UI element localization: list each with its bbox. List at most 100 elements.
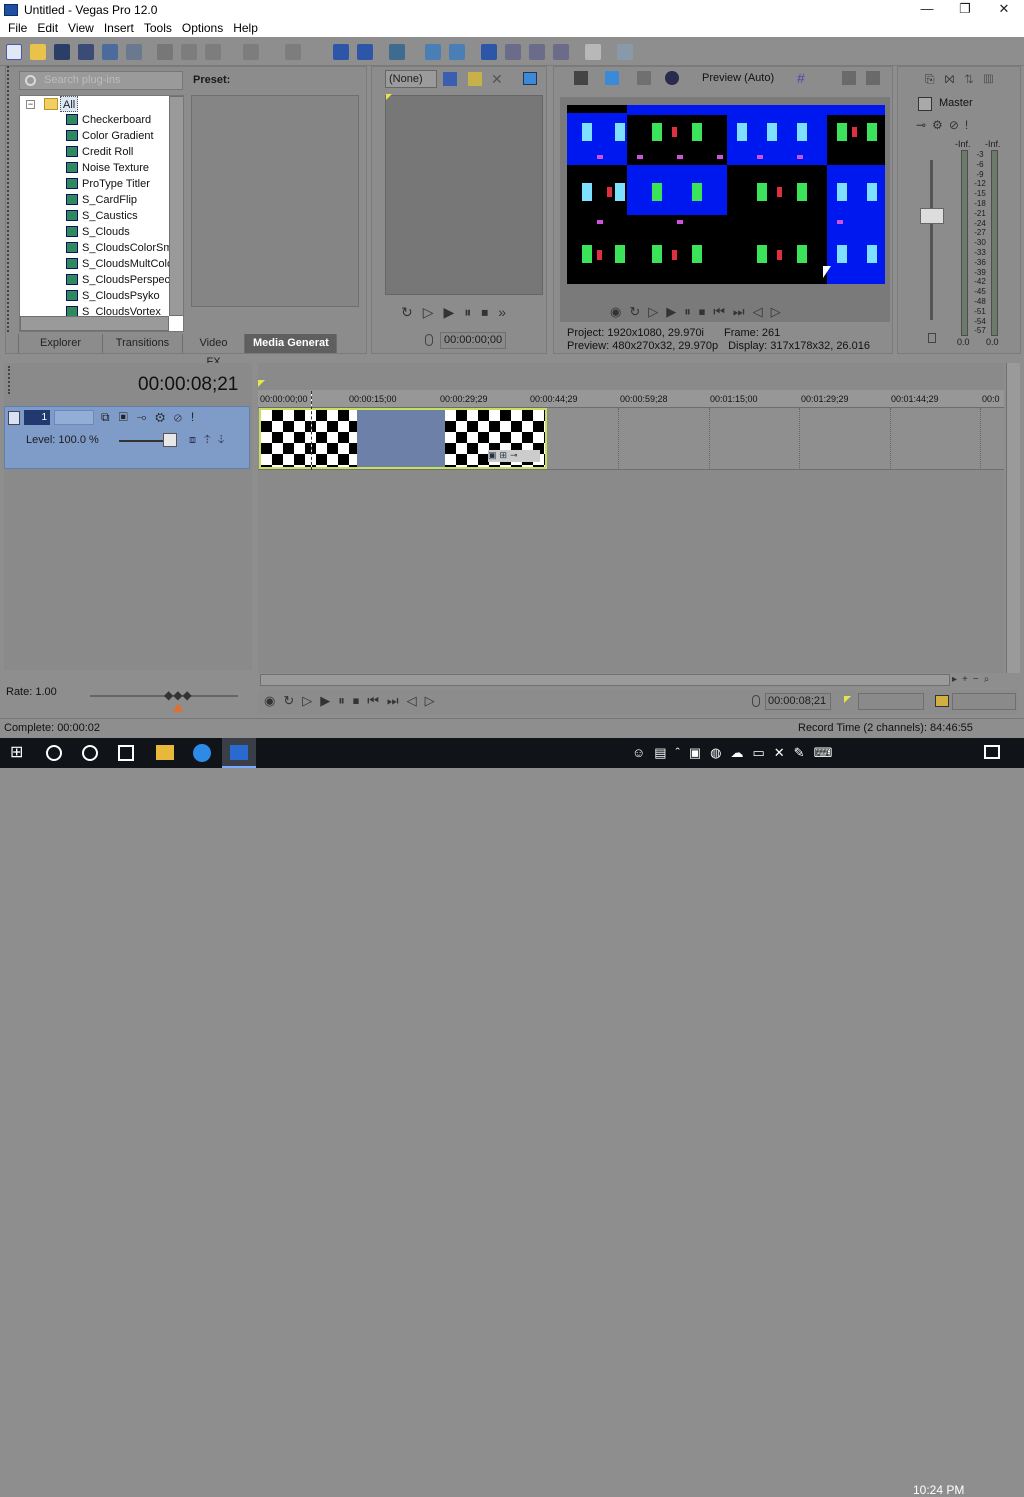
track-list-grip[interactable] — [8, 366, 14, 394]
tabs-grip[interactable] — [5, 334, 19, 353]
cut-icon[interactable] — [157, 44, 173, 60]
copy-icon[interactable] — [181, 44, 197, 60]
search-icon[interactable] — [46, 745, 62, 761]
collapse-icon[interactable]: − — [26, 100, 35, 109]
tree-item[interactable]: S_Caustics — [66, 208, 138, 224]
master-fader-thumb[interactable] — [920, 208, 944, 224]
envelope-tool-icon[interactable] — [357, 44, 373, 60]
markers-icon[interactable] — [585, 44, 601, 60]
trimmer-media-select[interactable]: (None) — [385, 70, 437, 88]
overlays-icon[interactable] — [665, 71, 679, 85]
empty-timeline-area[interactable] — [258, 471, 1004, 671]
preview-video-frame[interactable] — [567, 105, 885, 284]
tree-item[interactable]: Noise Texture — [66, 160, 149, 176]
preview-quality-select[interactable]: Preview (Auto) — [702, 72, 774, 84]
tree-item[interactable]: S_CloudsMultColor — [66, 256, 177, 272]
search-plugins-input[interactable]: Search plug-ins — [19, 71, 183, 90]
lock-icon[interactable] — [928, 333, 936, 343]
task-view-icon[interactable] — [118, 745, 134, 761]
tree-item[interactable]: ProType Titler — [66, 176, 150, 192]
tree-vertical-scrollbar[interactable] — [169, 96, 183, 316]
preset-list[interactable] — [191, 95, 359, 307]
transport-time-display[interactable]: 00:00:08;21 — [765, 693, 831, 710]
notifications-icon[interactable] — [984, 745, 1000, 759]
rate-slider-thumb[interactable]: ◆◆◆ — [164, 688, 192, 702]
undo-icon[interactable] — [243, 44, 259, 60]
trimmer-flash-icon[interactable] — [468, 72, 482, 86]
maximize-button[interactable]: ❐ — [946, 0, 984, 19]
track-fx-icons[interactable]: ⧈⇡⇣ — [189, 434, 245, 448]
playhead-cursor[interactable] — [311, 391, 312, 470]
trimmer-transport[interactable]: ↻▷▶⏸⏹» — [401, 304, 531, 320]
track-name-field[interactable] — [54, 410, 94, 425]
browser-icon[interactable] — [193, 744, 211, 762]
close-button[interactable]: ✕ — [985, 0, 1023, 19]
transport-buttons[interactable]: ◉↻▷▶⏸⏹⏮⏭◁▷ — [264, 693, 504, 711]
menu-tools[interactable]: Tools — [144, 21, 172, 35]
trimmer-monitor-icon[interactable] — [523, 72, 537, 85]
timeline-horizontal-scrollbar[interactable] — [260, 674, 950, 686]
open-icon[interactable] — [30, 44, 46, 60]
trimmer-tool-icon[interactable] — [443, 72, 457, 86]
tree-item[interactable]: Color Gradient — [66, 128, 154, 144]
auto-crossfade-icon[interactable] — [505, 44, 521, 60]
master-fx-icons[interactable]: ⊸⚙⊘! — [916, 118, 990, 132]
help-pointer-icon[interactable] — [617, 44, 633, 60]
pane-grip[interactable] — [7, 66, 15, 332]
save-snapshot-icon[interactable] — [866, 71, 880, 85]
timeline-vertical-scrollbar[interactable] — [1006, 363, 1020, 673]
tree-horizontal-scrollbar[interactable] — [20, 316, 169, 331]
minimize-button[interactable]: — — [908, 0, 946, 19]
trimmer-time-display[interactable]: 00:00:00;00 — [440, 332, 506, 349]
tab-media-generators[interactable]: Media Generat — [245, 334, 337, 353]
tab-explorer[interactable]: Explorer — [19, 334, 103, 353]
file-explorer-icon[interactable] — [156, 745, 174, 760]
preview-properties-icon[interactable] — [574, 71, 588, 85]
grid-icon[interactable]: # — [797, 71, 811, 85]
external-monitor-icon[interactable] — [605, 71, 619, 85]
start-icon[interactable]: ⊞ — [10, 745, 26, 761]
video-track-header[interactable]: 1 ⧉▣⊸⚙⊘! Level: 100.0 % ⧈⇡⇣ — [4, 406, 250, 469]
tree-item[interactable]: Credit Roll — [66, 144, 133, 160]
trimmer-clear-icon[interactable]: ✕ — [491, 72, 505, 86]
preview-transport[interactable]: ◉↻▷▶⏸⏹⏮⏭◁▷ — [610, 304, 850, 320]
cortana-icon[interactable] — [82, 745, 98, 761]
snapping-icon[interactable] — [481, 44, 497, 60]
zoom-controls[interactable]: ▸+−⌕ — [952, 674, 1020, 686]
properties-icon[interactable] — [126, 44, 142, 60]
selection-tool-icon[interactable] — [529, 44, 545, 60]
event-fx-icons[interactable]: ▣⊞⊸ — [488, 450, 540, 462]
level-slider-thumb[interactable] — [163, 433, 177, 447]
tree-item[interactable]: S_CardFlip — [66, 192, 137, 208]
tree-item[interactable]: S_CloudsPerspect — [66, 272, 173, 288]
trimmer-display[interactable] — [385, 95, 543, 295]
track-minimize-icon[interactable] — [8, 411, 20, 425]
split-screen-icon[interactable] — [637, 71, 651, 85]
tree-item[interactable]: S_CloudsColorSmo — [66, 240, 179, 256]
menu-insert[interactable]: Insert — [104, 21, 134, 35]
menu-options[interactable]: Options — [182, 21, 223, 35]
tree-item[interactable]: S_CloudsPsyko — [66, 288, 160, 304]
auto-ripple-icon[interactable] — [389, 44, 405, 60]
lock-envelopes-icon[interactable] — [425, 44, 441, 60]
crossfade-region[interactable] — [357, 410, 445, 467]
save-icon[interactable] — [54, 44, 70, 60]
tab-video-fx[interactable]: Video FX — [183, 334, 245, 368]
paste-icon[interactable] — [205, 44, 221, 60]
save-as-icon[interactable] — [78, 44, 94, 60]
redo-icon[interactable] — [285, 44, 301, 60]
normal-edit-tool-icon[interactable] — [333, 44, 349, 60]
track-controls[interactable]: ⧉▣⊸⚙⊘! — [101, 410, 241, 425]
tree-item[interactable]: Checkerboard — [66, 112, 151, 128]
timeline-ruler[interactable]: 00:00:00;00 00:00:15;00 00:00:29;29 00:0… — [258, 390, 1004, 408]
selection-length-field[interactable] — [952, 693, 1016, 710]
menu-help[interactable]: Help — [233, 21, 258, 35]
render-icon[interactable] — [102, 44, 118, 60]
system-tray-icons[interactable]: ☺▤ˆ▣◍☁▭✕✎⌨ — [632, 745, 902, 761]
mixer-toolbar[interactable]: ⎘⨝⇅▥ — [925, 72, 1015, 86]
plugin-tree[interactable]: − All Checkerboard Color Gradient Credit… — [19, 95, 184, 332]
taskbar-clock[interactable]: 10:24 PM — [913, 1483, 964, 1497]
copy-snapshot-icon[interactable] — [842, 71, 856, 85]
menu-edit[interactable]: Edit — [37, 21, 58, 35]
tree-item[interactable]: S_Clouds — [66, 224, 130, 240]
